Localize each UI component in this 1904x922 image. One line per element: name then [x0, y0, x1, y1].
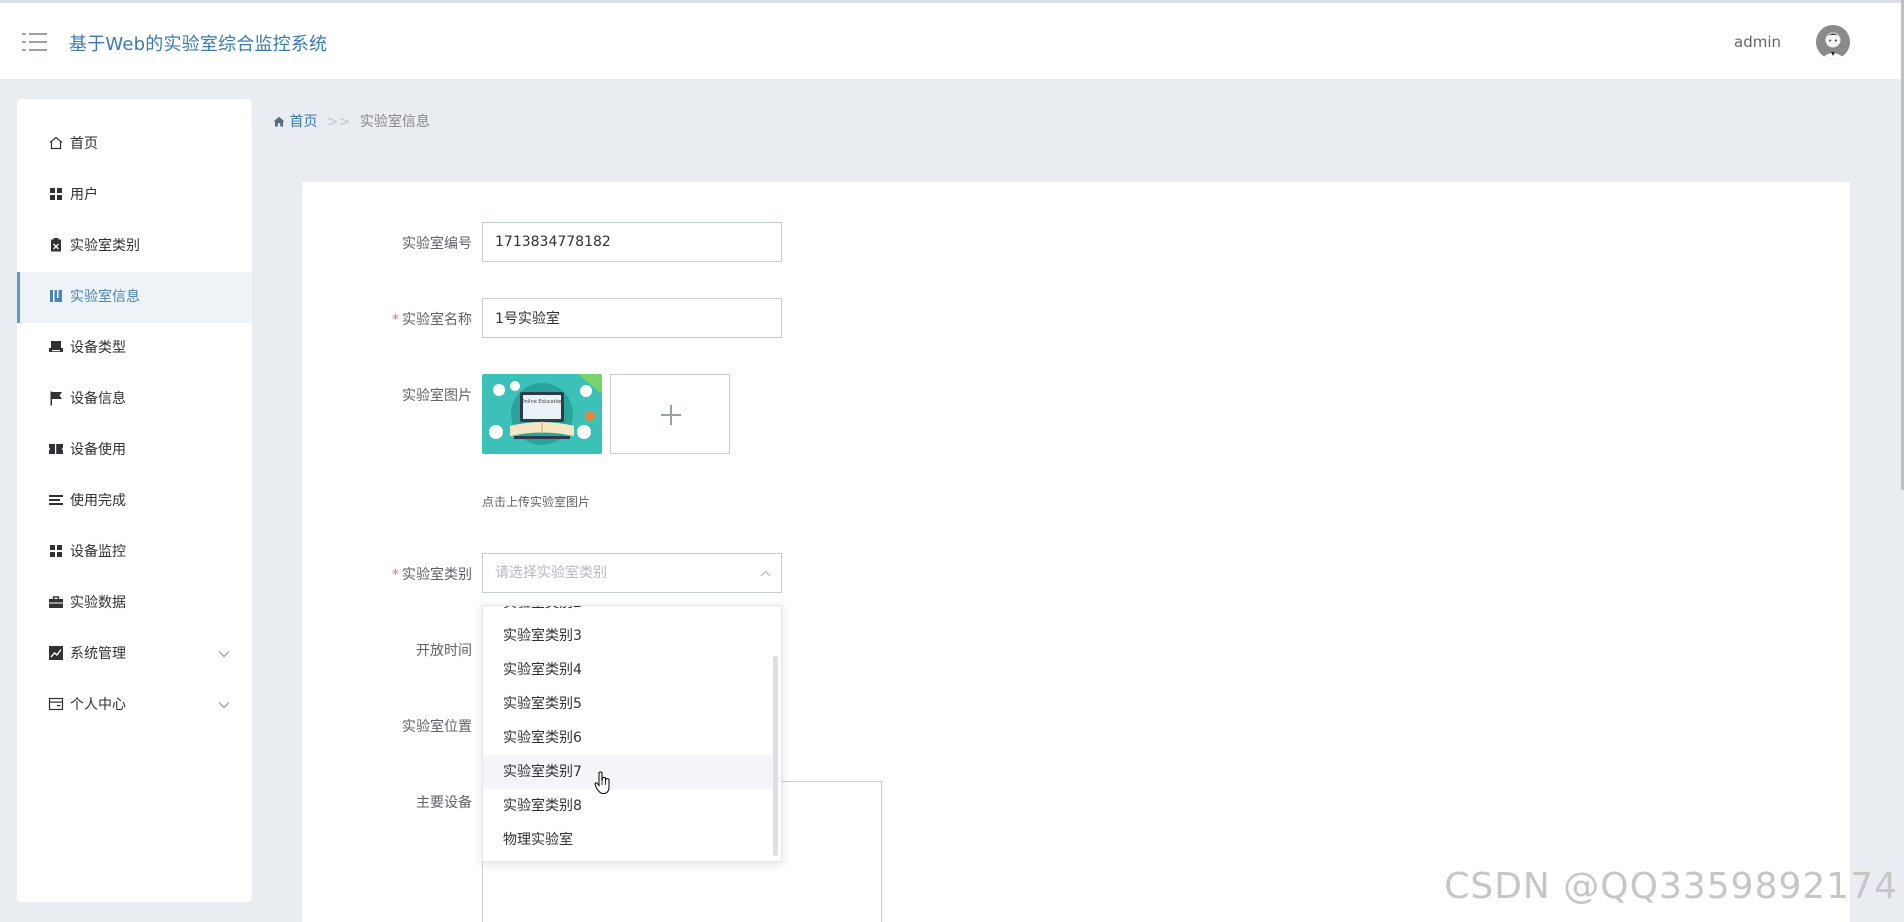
- upload-image-button[interactable]: [610, 374, 730, 454]
- sidebar-item-label: 实验室类别: [70, 238, 140, 254]
- sidebar-item-system-admin[interactable]: 系统管理: [17, 629, 252, 680]
- ticket-icon: [49, 444, 63, 454]
- sidebar-item-personal-center[interactable]: 个人中心: [17, 680, 252, 731]
- sidebar-item-label: 使用完成: [70, 493, 126, 509]
- sidebar-item-label: 首页: [70, 136, 98, 152]
- lab-image-thumbnail[interactable]: Online Education: [482, 374, 602, 454]
- required-asterisk: *: [392, 312, 399, 328]
- lab-category-select[interactable]: 请选择实验室类别: [482, 553, 782, 593]
- flag-icon: [50, 391, 62, 406]
- lab-name-label: * 实验室名称: [392, 312, 472, 328]
- chevron-down-icon: [218, 680, 230, 731]
- main-equipment-label: 主要设备: [416, 795, 472, 811]
- dropdown-option[interactable]: 物理实验室: [483, 823, 773, 857]
- sidebar-item-device-type[interactable]: 设备类型: [17, 323, 252, 374]
- sidebar-item-label: 实验数据: [70, 595, 126, 611]
- chart-icon: [49, 646, 63, 660]
- required-asterisk: *: [392, 567, 399, 583]
- sidebar: 首页 用户 实验室类别 实验室信息 设备类型 设备信息 设备使用 使用完成 设备…: [17, 99, 252, 902]
- sidebar-item-users[interactable]: 用户: [17, 170, 252, 221]
- card-icon: [48, 697, 64, 711]
- select-placeholder: 请选择实验室类别: [495, 565, 607, 581]
- user-name[interactable]: admin: [1734, 33, 1781, 51]
- lab-location-label: 实验室位置: [402, 719, 472, 735]
- sidebar-item-label: 个人中心: [70, 697, 126, 713]
- breadcrumb: 首页 >> 实验室信息: [273, 111, 430, 131]
- sidebar-item-device-info[interactable]: 设备信息: [17, 374, 252, 425]
- svg-text:Online Education: Online Education: [521, 399, 564, 405]
- lab-category-dropdown: 实验室类别2 实验室类别3 实验室类别4 实验室类别5 实验室类别6 实验室类别…: [482, 605, 782, 862]
- grid-icon: [50, 188, 62, 200]
- watermark: CSDN @QQ3359892174: [1444, 866, 1898, 907]
- sidebar-item-label: 设备信息: [70, 391, 126, 407]
- chevron-down-icon: [218, 629, 230, 680]
- top-header: 基于Web的实验室综合监控系统 admin: [0, 0, 1904, 79]
- sidebar-item-label: 系统管理: [70, 646, 126, 662]
- dropdown-option[interactable]: 实验室类别2: [483, 606, 773, 620]
- dropdown-option[interactable]: 实验室类别3: [483, 619, 773, 653]
- sidebar-item-label: 实验室信息: [70, 289, 140, 305]
- home-icon: [49, 136, 63, 150]
- dropdown-option[interactable]: 实验室类别4: [483, 653, 773, 687]
- sidebar-item-experiment-data[interactable]: 实验数据: [17, 578, 252, 629]
- app-title: 基于Web的实验室综合监控系统: [69, 34, 328, 55]
- dropdown-scrollbar[interactable]: [773, 656, 778, 856]
- dropdown-option-hovered[interactable]: 实验室类别7: [483, 755, 773, 789]
- dropdown-option[interactable]: 实验室类别5: [483, 687, 773, 721]
- clipboard-icon: [51, 238, 61, 252]
- breadcrumb-current: 实验室信息: [359, 114, 430, 130]
- sidebar-item-device-monitor[interactable]: 设备监控: [17, 527, 252, 578]
- avatar[interactable]: [1816, 25, 1850, 59]
- lab-image-label: 实验室图片: [402, 388, 472, 404]
- breadcrumb-home-link[interactable]: 首页: [289, 114, 317, 130]
- sidebar-item-lab-category[interactable]: 实验室类别: [17, 221, 252, 272]
- sidebar-item-device-usage[interactable]: 设备使用: [17, 425, 252, 476]
- lab-number-label: 实验室编号: [402, 236, 472, 252]
- menu-toggle-icon[interactable]: [22, 31, 47, 53]
- chevron-up-icon: [760, 554, 771, 592]
- open-time-label: 开放时间: [416, 643, 472, 659]
- hand-cursor-icon: [594, 771, 610, 794]
- lab-number-input[interactable]: [482, 222, 782, 262]
- home-icon: [273, 116, 285, 127]
- breadcrumb-separator: >>: [326, 114, 351, 130]
- sidebar-item-usage-complete[interactable]: 使用完成: [17, 476, 252, 527]
- list-icon: [49, 495, 63, 505]
- sidebar-item-label: 设备使用: [70, 442, 126, 458]
- sidebar-item-label: 设备类型: [70, 340, 126, 356]
- printer-icon: [49, 341, 63, 352]
- book-icon: [50, 290, 62, 302]
- dropdown-option[interactable]: 实验室类别6: [483, 721, 773, 755]
- upload-hint: 点击上传实验室图片: [482, 495, 591, 509]
- grid-icon: [50, 545, 62, 557]
- sidebar-item-lab-info[interactable]: 实验室信息: [17, 272, 252, 323]
- briefcase-icon: [49, 596, 63, 608]
- dropdown-option[interactable]: 实验室类别8: [483, 789, 773, 823]
- lab-name-input[interactable]: [482, 298, 782, 338]
- sidebar-item-home[interactable]: 首页: [17, 119, 252, 170]
- sidebar-item-label: 设备监控: [70, 544, 126, 560]
- lab-category-label: * 实验室类别: [392, 567, 472, 583]
- sidebar-item-label: 用户: [70, 187, 98, 203]
